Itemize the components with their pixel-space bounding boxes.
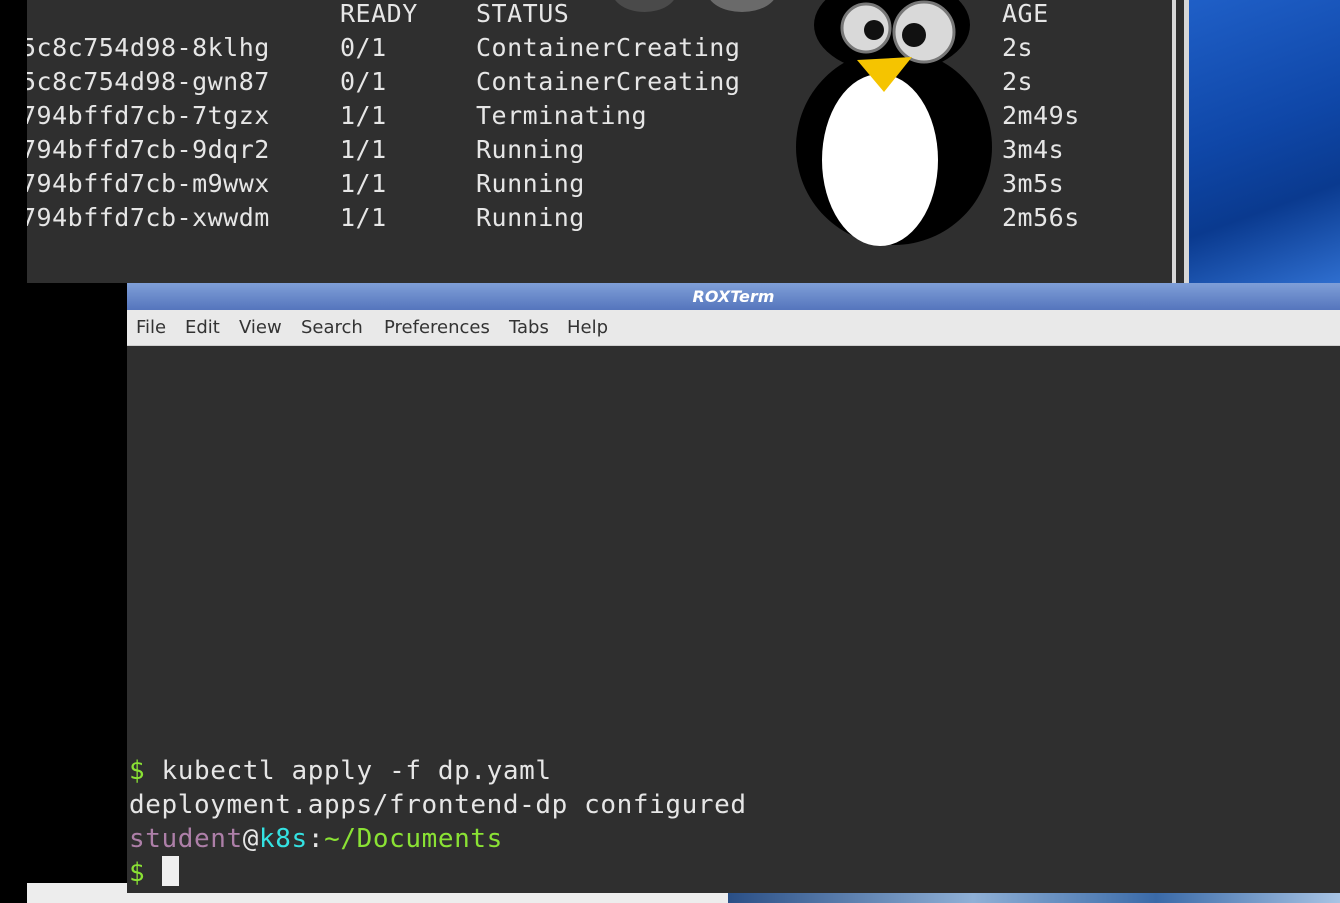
pod-status: Terminating	[476, 101, 648, 130]
pod-name: 794bffd7cb-xwwdm	[27, 203, 270, 232]
pod-age: 2s	[1002, 67, 1034, 96]
command-output: deployment.apps/frontend-dp configured	[129, 790, 747, 820]
pod-name: 5c8c754d98-gwn87	[27, 67, 270, 96]
prompt-user: student	[129, 824, 243, 854]
prompt-at: @	[242, 824, 260, 854]
header-status: STATUS	[476, 0, 570, 28]
background-terminal[interactable]: READY STATUS AGE 5c8c754d98-8klhg 0/1 Co…	[27, 0, 1172, 283]
tux-penguin-icon	[796, 0, 992, 246]
window-title[interactable]: ROXTerm	[127, 283, 1340, 310]
pod-age: 2s	[1002, 33, 1034, 62]
pod-status: Running	[476, 169, 585, 198]
prompt-symbol: $	[129, 858, 162, 888]
pod-age: 3m5s	[1002, 169, 1065, 198]
pod-name: 5c8c754d98-8klhg	[27, 33, 270, 62]
desktop-wallpaper	[1189, 0, 1340, 285]
prompt-colon: :	[307, 824, 325, 854]
desktop-wallpaper-bottom	[728, 893, 1340, 903]
pod-age: 2m49s	[1002, 101, 1080, 130]
decorative-bubble	[707, 0, 777, 12]
pod-ready: 1/1	[340, 203, 387, 232]
menu-preferences[interactable]: Preferences	[384, 317, 490, 338]
pod-status: Running	[476, 203, 585, 232]
pod-name: 794bffd7cb-m9wwx	[27, 169, 270, 198]
roxterm-window[interactable]: ROXTerm File Edit View Search Preference…	[127, 283, 1340, 893]
command-line: $ kubectl apply -f dp.yaml	[129, 754, 552, 788]
pod-ready: 1/1	[340, 101, 387, 130]
pod-status: Running	[476, 135, 585, 164]
text-cursor	[161, 856, 179, 886]
prompt-host: k8s	[259, 824, 308, 854]
menu-edit[interactable]: Edit	[185, 317, 220, 338]
pod-ready: 0/1	[340, 67, 387, 96]
pod-name: 794bffd7cb-9dqr2	[27, 135, 270, 164]
screen-edge	[0, 0, 27, 903]
pod-status: ContainerCreating	[476, 67, 741, 96]
menu-view[interactable]: View	[239, 317, 282, 338]
pod-ready: 1/1	[340, 169, 387, 198]
command-text: kubectl apply -f dp.yaml	[145, 756, 552, 786]
menu-help[interactable]: Help	[567, 317, 608, 338]
pod-age: 2m56s	[1002, 203, 1080, 232]
prompt-symbol: $	[129, 756, 146, 786]
input-line[interactable]: $	[129, 856, 179, 890]
menu-search[interactable]: Search	[301, 317, 363, 338]
prompt-path: ~/Documents	[324, 824, 503, 854]
menu-file[interactable]: File	[136, 317, 166, 338]
pod-status: ContainerCreating	[476, 33, 741, 62]
header-age: AGE	[1002, 0, 1049, 28]
decorative-bubble	[612, 0, 677, 12]
pod-age: 3m4s	[1002, 135, 1065, 164]
menu-tabs[interactable]: Tabs	[509, 317, 549, 338]
prompt-header: student@k8s:~/Documents	[129, 822, 503, 856]
header-ready: READY	[340, 0, 418, 28]
pod-name: 794bffd7cb-7tgzx	[27, 101, 270, 130]
menu-bar: File Edit View Search Preferences Tabs H…	[127, 310, 1340, 346]
pod-ready: 0/1	[340, 33, 387, 62]
pod-ready: 1/1	[340, 135, 387, 164]
window-border-inner	[1176, 0, 1184, 283]
